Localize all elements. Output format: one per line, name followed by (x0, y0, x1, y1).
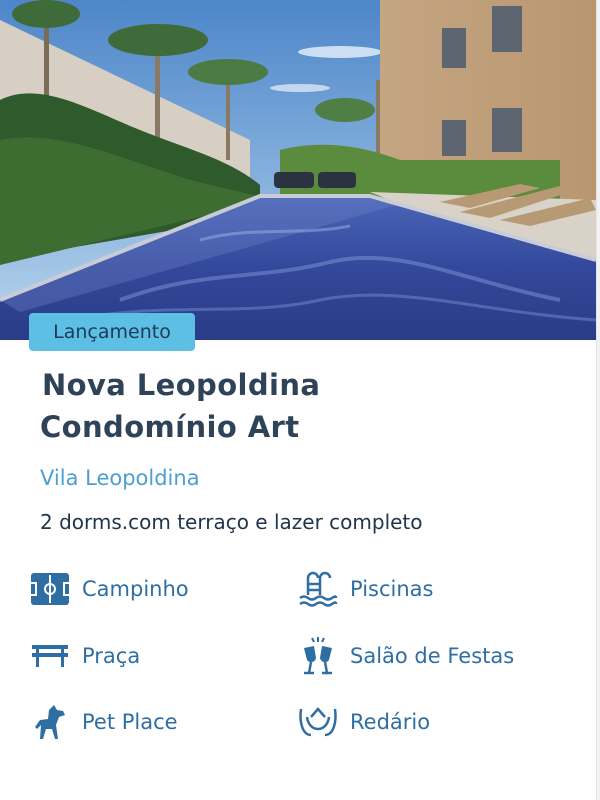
amenity-pet-place: Pet Place (28, 702, 178, 742)
amenity-label: Piscinas (350, 577, 434, 601)
property-title[interactable]: Nova Leopoldina Condomínio Art (40, 364, 560, 448)
amenity-redario: Redário (296, 702, 430, 742)
amenity-label: Salão de Festas (350, 644, 515, 668)
property-title-line1: Nova Leopoldina (42, 368, 321, 402)
amenity-label: Praça (82, 644, 141, 668)
amenity-praca: Praça (28, 636, 140, 676)
neighborhood-link[interactable]: Vila Leopoldina (40, 466, 200, 490)
party-toast-icon (296, 636, 340, 676)
property-title-line2: Condomínio Art (40, 410, 300, 444)
amenity-label: Campinho (82, 577, 189, 601)
property-card[interactable]: Lançamento Nova Leopoldina Condomínio Ar… (0, 0, 597, 800)
soccer-field-icon (28, 569, 72, 609)
amenity-label: Pet Place (82, 710, 178, 734)
amenity-piscinas: Piscinas (296, 569, 433, 609)
amenity-salao-de-festas: Salão de Festas (296, 636, 514, 676)
launch-badge: Lançamento (29, 313, 195, 351)
property-photo[interactable] (0, 0, 596, 340)
amenity-label: Redário (350, 710, 431, 734)
amenity-campinho: Campinho (28, 569, 189, 609)
pool-scene-image (0, 0, 596, 340)
pool-icon (296, 569, 340, 609)
dog-icon (28, 702, 72, 742)
property-description: 2 dorms.com terraço e lazer completo (40, 510, 423, 534)
hammock-icon (296, 702, 340, 742)
bench-icon (28, 636, 72, 676)
